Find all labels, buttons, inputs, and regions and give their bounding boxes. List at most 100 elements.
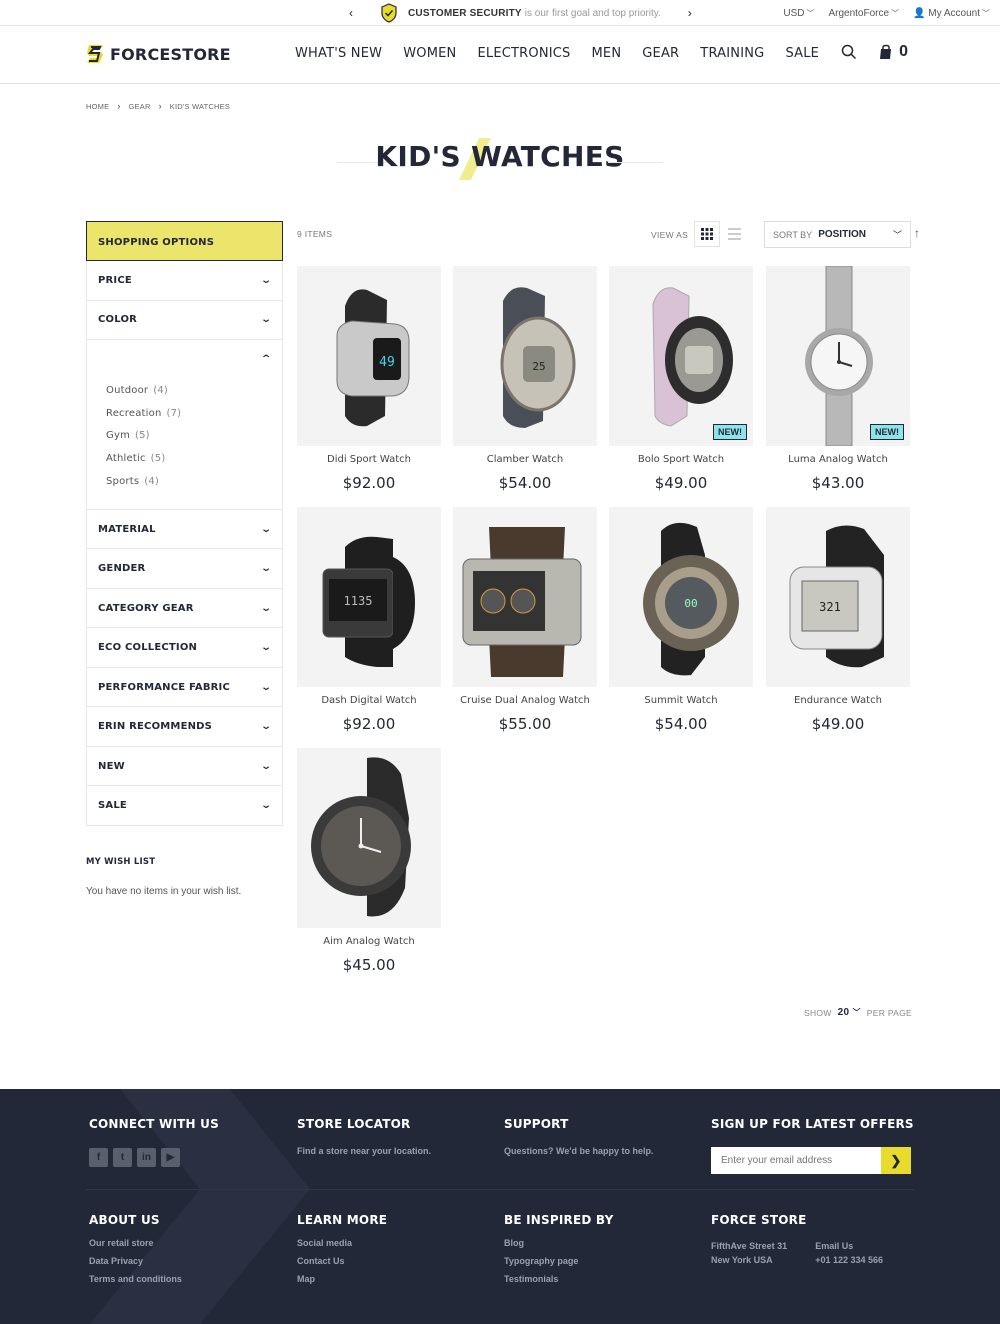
account-menu[interactable]: 👤 My Account ﹀ (913, 8, 990, 19)
option-count: (5) (135, 430, 150, 442)
product-name[interactable]: Aim Analog Watch (297, 936, 441, 947)
product-name[interactable]: Cruise Dual Analog Watch (453, 695, 597, 706)
filter-material[interactable]: MATERIAL ⌄ (86, 509, 283, 550)
nav-item-men[interactable]: MEN (592, 46, 622, 61)
option-count: (7) (166, 407, 182, 419)
filter-gender[interactable]: GENDER ⌄ (86, 549, 283, 589)
footer-phone: +01 122 334 566 (815, 1255, 884, 1265)
grid-icon (701, 228, 713, 240)
footer-link[interactable]: Map (297, 1274, 387, 1284)
filter-category-gear[interactable]: CATEGORY GEAR ⌄ (86, 588, 283, 629)
product-card[interactable]: Aim Analog Watch $45.00 (297, 748, 441, 974)
facebook-icon[interactable]: f (89, 1148, 108, 1167)
product-name[interactable]: Didi Sport Watch (297, 454, 441, 465)
product-name[interactable]: Luma Analog Watch (766, 454, 910, 465)
product-card[interactable]: 321 Endurance Watch $49.00 (766, 507, 910, 733)
filter-activity-header[interactable]: ACTIVITY ⌃ (87, 340, 282, 379)
support-link[interactable]: Questions? We'd be happy to help. (504, 1146, 653, 1156)
filter-erin-recommends[interactable]: ERIN RECOMMENDS ⌄ (86, 707, 283, 747)
store-switcher[interactable]: ArgentoForce ﹀ (828, 8, 899, 19)
filter-performance-fabric[interactable]: PERFORMANCE FABRIC ⌄ (86, 667, 283, 708)
product-card[interactable]: NEW! Bolo Sport Watch $49.00 (609, 266, 753, 492)
promo-soft-text: is our first goal and top priority. (524, 7, 661, 19)
breadcrumb-gear[interactable]: GEAR (129, 102, 151, 111)
product-card[interactable]: 00 Summit Watch $54.00 (609, 507, 753, 733)
nav-item-electronics[interactable]: ELECTRONICS (477, 46, 570, 61)
product-card[interactable]: NEW! Luma Analog Watch $43.00 (766, 266, 910, 492)
chevron-down-icon: ﹀ (891, 8, 900, 18)
product-name[interactable]: Endurance Watch (766, 695, 910, 706)
product-card[interactable]: 1135 Dash Digital Watch $92.00 (297, 507, 441, 733)
filter-new[interactable]: NEW ⌄ (86, 746, 283, 787)
watch-image (805, 266, 873, 446)
product-image[interactable]: 49 (297, 266, 441, 446)
footer-link[interactable]: Our retail store (89, 1238, 182, 1248)
footer-link[interactable]: Blog (504, 1238, 614, 1248)
product-image[interactable] (453, 507, 597, 687)
product-image[interactable]: NEW! (609, 266, 753, 446)
grid-view-button[interactable] (694, 221, 720, 247)
currency-switcher[interactable]: USD ﹀ (783, 8, 814, 19)
list-view-icon[interactable] (727, 227, 743, 241)
filter-option[interactable]: Sports (4) (106, 470, 282, 493)
option-label: Gym (106, 430, 131, 442)
product-name[interactable]: Summit Watch (609, 695, 753, 706)
product-card[interactable]: Cruise Dual Analog Watch $55.00 (453, 507, 597, 733)
search-icon[interactable] (841, 44, 857, 60)
sort-direction-icon[interactable]: ↑ (914, 226, 920, 240)
nav-item-gear[interactable]: GEAR (642, 46, 679, 61)
footer-connect: CONNECT WITH US f t in ▶ (89, 1117, 219, 1167)
per-page-select[interactable]: 20 ﹀ (838, 1007, 861, 1018)
product-image[interactable]: 321 (766, 507, 910, 687)
footer-link[interactable]: Contact Us (297, 1256, 387, 1266)
breadcrumb-home[interactable]: HOME (86, 102, 109, 111)
linkedin-icon[interactable]: in (137, 1148, 156, 1167)
footer-link[interactable]: Data Privacy (89, 1256, 182, 1266)
product-image[interactable] (297, 748, 441, 928)
filter-option[interactable]: Athletic (5) (106, 447, 282, 470)
watch-image: 49 (336, 289, 410, 427)
nav-item-women[interactable]: WOMEN (403, 46, 456, 61)
product-image[interactable]: NEW! (766, 266, 910, 446)
product-image[interactable]: 1135 (297, 507, 441, 687)
per-page-value: 20 (837, 1007, 850, 1018)
site-footer: CONNECT WITH US f t in ▶ STORE LOCATOR F… (0, 1089, 1000, 1324)
store-locator-link[interactable]: Find a store near your location. (297, 1146, 431, 1156)
footer-force-store: FORCE STORE FifthAve Street 31 New York … (711, 1213, 883, 1267)
product-name[interactable]: Clamber Watch (453, 454, 597, 465)
product-card[interactable]: 25 Clamber Watch $54.00 (453, 266, 597, 492)
footer-link[interactable]: Social media (297, 1238, 387, 1248)
chevron-down-icon: ﹀ (852, 1008, 861, 1017)
filter-color[interactable]: COLOR ⌄ (86, 300, 283, 340)
youtube-icon[interactable]: ▶ (161, 1148, 180, 1167)
product-image[interactable]: 25 (453, 266, 597, 446)
product-image[interactable]: 00 (609, 507, 753, 687)
footer-link[interactable]: Typography page (504, 1256, 614, 1266)
twitter-icon[interactable]: t (113, 1148, 132, 1167)
nav-item-training[interactable]: TRAINING (700, 46, 764, 61)
product-card[interactable]: 49 Didi Sport Watch $92.00 (297, 266, 441, 492)
svg-text:00: 00 (684, 597, 697, 610)
nav-item-sale[interactable]: SALE (785, 46, 819, 61)
filter-eco-collection[interactable]: ECO COLLECTION ⌄ (86, 628, 283, 668)
filter-price[interactable]: PRICE ⌄ (86, 261, 283, 301)
nav-item-whats-new[interactable]: WHAT'S NEW (295, 46, 382, 61)
filter-option[interactable]: Gym (5) (106, 425, 282, 448)
cart-button[interactable]: 0 (879, 43, 908, 61)
footer-email-link[interactable]: Email Us (815, 1239, 883, 1253)
footer-link[interactable]: Terms and conditions (89, 1274, 182, 1284)
filter-option[interactable]: Recreation (7) (106, 402, 282, 425)
newsletter-email-input[interactable] (711, 1148, 881, 1173)
newsletter-submit-button[interactable]: ❯ (881, 1147, 911, 1174)
product-name[interactable]: Dash Digital Watch (297, 695, 441, 706)
promo-next-button[interactable]: › (683, 6, 697, 20)
filter-sale[interactable]: SALE ⌄ (86, 786, 283, 826)
product-name[interactable]: Bolo Sport Watch (609, 454, 753, 465)
logo[interactable]: FORCESTORE (86, 43, 231, 65)
sort-by-select[interactable]: SORT BY POSITION ﹀ (764, 221, 911, 248)
promo-prev-button[interactable]: ‹ (344, 6, 358, 20)
filter-option[interactable]: Outdoor (4) (106, 379, 282, 402)
user-icon: 👤 (913, 7, 926, 19)
chevron-down-icon: ﹀ (982, 8, 990, 18)
footer-link[interactable]: Testimonials (504, 1274, 614, 1284)
